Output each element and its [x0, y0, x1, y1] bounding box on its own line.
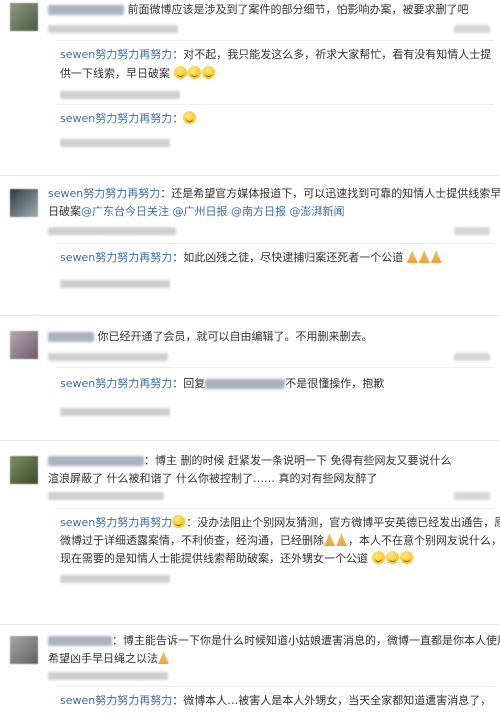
comment-actions[interactable]: [454, 227, 490, 235]
reply-text: sewen努力努力再努力 ：没办法阻止个别网友猜测，官方微博平安英德已经发出通告，…: [60, 515, 500, 529]
comment-text: ：博主 删的时候 赶紧发一条说明一下 免得有些网友又要说什么: [48, 453, 452, 469]
pray-icon: [406, 250, 418, 263]
avatar[interactable]: [10, 3, 38, 31]
blurred-username[interactable]: [48, 636, 112, 646]
cry-emoji-icon: [399, 551, 413, 564]
pray-icon: [430, 250, 442, 263]
comment-text: sewen努力努力再努力：还是希望官方媒体报道下，可以迅速找到可靠的知情人士提供…: [48, 187, 500, 200]
comment-text-cont: 希望凶手早日绳之以法: [48, 651, 170, 667]
comment-meta: [48, 353, 168, 361]
reply-meta: [60, 408, 170, 416]
reply-username[interactable]: sewen努力努力再努力: [60, 377, 172, 390]
reply-text: sewen努力努力再努力：如此凶残之徒，尽快逮捕归案还死者一个公道: [60, 250, 443, 266]
mention-link[interactable]: @南方日报: [231, 205, 286, 218]
avatar[interactable]: [10, 331, 38, 359]
reply-username[interactable]: sewen努力努力再努力: [60, 251, 172, 264]
reply-text-cont: 现在需要的是知情人士能提供线索帮助破案，还外甥女一个公道: [60, 551, 414, 567]
avatar[interactable]: [10, 456, 38, 484]
reply-2-1: sewen努力努力再努力：如此凶残之徒，尽快逮捕归案还死者一个公道: [56, 243, 494, 314]
reply-text: sewen努力努力再努力：微博本人…被害人是本人外甥女，当天全家都知道遭害消息了…: [60, 694, 492, 707]
reply-4-1: sewen努力努力再努力 ：没办法阻止个别网友猜测，官方微博平安英德已经发出通告，…: [56, 508, 500, 605]
reply-meta: [60, 280, 170, 288]
comment-meta: [48, 492, 164, 500]
blurred-username[interactable]: [48, 456, 144, 466]
comment-text-cont: 日破案@广东台今日关注 @广州日报 @南方日报 @澎湃新闻: [48, 205, 345, 218]
pray-icon: [324, 533, 335, 546]
reply-text-cont: 供一下线索，早日破案: [60, 66, 216, 82]
cry-emoji-icon: [385, 551, 399, 564]
reply-text: sewen努力努力再努力：: [60, 111, 197, 127]
comment-actions[interactable]: [454, 353, 490, 361]
comment-text: 你已经开通了会员，就可以自由编辑了。不用删来删去。: [48, 329, 373, 345]
reply-username[interactable]: sewen努力努力再努力: [60, 694, 172, 707]
mention-link[interactable]: @广东台今日关注: [81, 205, 169, 218]
cry-emoji-icon: [371, 551, 385, 564]
divider: [0, 440, 500, 441]
reply-meta: [60, 575, 170, 583]
cry-emoji-icon: [173, 66, 187, 79]
smile-emoji-icon: [183, 111, 197, 124]
smile-emoji-icon: [172, 515, 186, 528]
comment-meta: [48, 227, 176, 235]
divider: [0, 624, 500, 625]
reply-username[interactable]: sewen努力努力再努力: [60, 516, 172, 529]
pray-icon: [418, 250, 430, 263]
comment-meta: [48, 672, 168, 680]
avatar[interactable]: [10, 189, 38, 217]
comment-actions[interactable]: [454, 25, 490, 33]
reply-1-2: sewen努力努力再努力：: [56, 104, 494, 165]
reply-text-cont: 微博过于详细透露案情，不利侦查，经沟通，已经删除 ，本人不在意个别网友说什么，我: [60, 533, 500, 547]
cry-emoji-icon: [187, 66, 201, 79]
blurred-mention[interactable]: [205, 379, 286, 389]
reply-1-1: sewen努力努力再努力：对不起，我只能发这么多，祈求大家帮忙，看有没有知情人士…: [56, 40, 494, 111]
reply-text: sewen努力努力再努力：回复 不是很懂操作，抱歉: [60, 377, 385, 390]
reply-3-1: sewen努力努力再努力：回复 不是很懂操作，抱歉: [56, 367, 494, 438]
pray-icon: [336, 533, 347, 546]
reply-username[interactable]: sewen努力努力再努力: [60, 48, 172, 61]
comment-actions[interactable]: [454, 492, 490, 500]
reply-meta: [60, 91, 180, 99]
blurred-username[interactable]: [48, 332, 94, 342]
comment-meta: [48, 25, 178, 33]
reply-username[interactable]: sewen努力努力再努力: [60, 112, 172, 125]
blurred-username[interactable]: [48, 5, 124, 15]
reply-text: sewen努力努力再努力：对不起，我只能发这么多，祈求大家帮忙，看有没有知情人士…: [60, 48, 492, 61]
comment-text: 前面微博应该是涉及到了案件的部分细节，怕影响办案，被要求删了吧: [48, 2, 469, 18]
comment-text: ：博主能告诉一下你是什么时候知道小姑娘遭害消息的，微博一直都是你本人使用吗?: [48, 633, 500, 649]
mention-link[interactable]: @澎湃新闻: [290, 205, 345, 218]
divider: [0, 315, 500, 316]
reply-5-1: sewen努力努力再努力：微博本人…被害人是本人外甥女，当天全家都知道遭害消息了…: [56, 686, 494, 717]
avatar[interactable]: [10, 636, 38, 664]
comment-text-cont: 渲浪屏蔽了 什么被和谐了 什么你被控制了…… 真的对有些网友醉了: [48, 472, 378, 485]
mention-link[interactable]: @广州日报: [173, 205, 228, 218]
cry-emoji-icon: [201, 66, 215, 79]
pray-icon: [158, 651, 169, 664]
divider: [0, 175, 500, 176]
comment-username[interactable]: sewen努力努力再努力: [48, 187, 160, 200]
reply-meta: [60, 139, 170, 147]
